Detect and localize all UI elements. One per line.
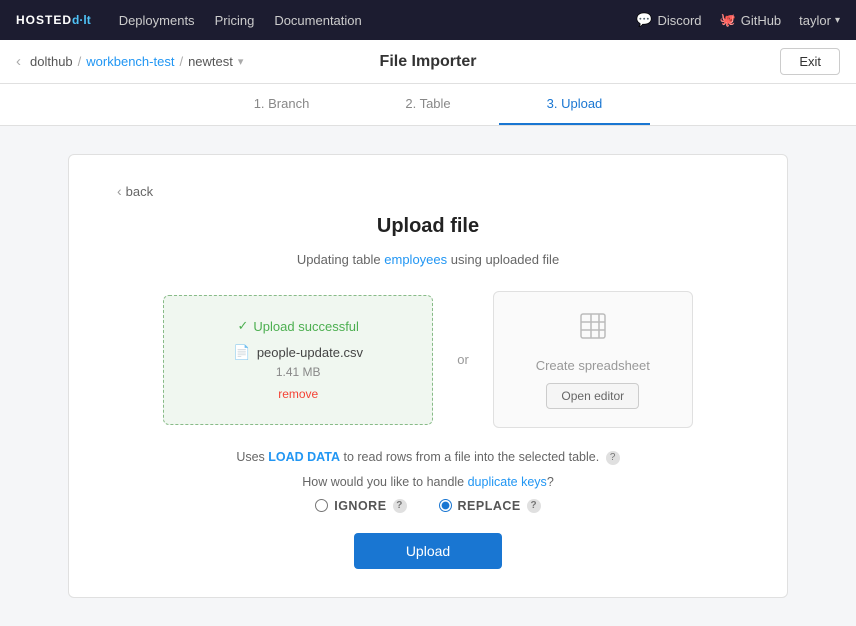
- upload-button-wrap: Upload: [117, 533, 739, 569]
- exit-button[interactable]: Exit: [780, 48, 840, 75]
- logo-dot: d: [72, 13, 79, 27]
- discord-link[interactable]: 💬 Discord: [636, 12, 701, 28]
- github-icon: 🐙: [720, 12, 736, 28]
- file-icon: 📄: [233, 344, 250, 361]
- chevron-down-icon: ▾: [835, 15, 840, 26]
- breadcrumb-org[interactable]: dolthub: [30, 54, 73, 69]
- discord-icon: 💬: [636, 12, 652, 28]
- upload-title: Upload file: [117, 215, 739, 238]
- remove-link[interactable]: remove: [278, 387, 318, 401]
- or-label: or: [457, 352, 469, 367]
- load-data-info: Uses LOAD DATA to read rows from a file …: [117, 450, 739, 465]
- replace-help-icon[interactable]: ?: [527, 499, 541, 513]
- content-card: ‹ back Upload file Updating table employ…: [68, 154, 788, 598]
- logo-hosted: HOSTED: [16, 13, 72, 27]
- table-name-link[interactable]: employees: [384, 252, 447, 267]
- upload-success-label: ✓ Upload successful: [238, 318, 359, 334]
- breadcrumb-sep-2: /: [179, 54, 183, 69]
- open-editor-button[interactable]: Open editor: [546, 383, 639, 409]
- load-data-link[interactable]: LOAD DATA: [268, 450, 340, 464]
- sub-nav: ‹ dolthub / workbench-test / newtest ▾ F…: [0, 40, 856, 84]
- filename: people-update.csv: [257, 345, 363, 360]
- breadcrumb-branch[interactable]: newtest: [188, 54, 233, 69]
- replace-option[interactable]: REPLACE ?: [439, 499, 541, 513]
- back-link[interactable]: ‹ back: [117, 183, 153, 199]
- check-icon: ✓: [238, 318, 249, 334]
- logo: HOSTED d ·lt: [16, 13, 91, 27]
- breadcrumb-repo[interactable]: workbench-test: [86, 54, 174, 69]
- create-box: Create spreadsheet Open editor: [493, 291, 693, 428]
- load-data-help-icon[interactable]: ?: [606, 451, 620, 465]
- github-link[interactable]: 🐙 GitHub: [720, 12, 782, 28]
- nav-pricing[interactable]: Pricing: [215, 13, 255, 28]
- stepper-tabs: 1. Branch 2. Table 3. Upload: [0, 84, 856, 126]
- nav-deployments[interactable]: Deployments: [119, 13, 195, 28]
- logo-dolt: ·lt: [79, 13, 90, 27]
- back-arrow-icon: ‹: [117, 183, 122, 199]
- subtitle: Updating table employees using uploaded …: [117, 252, 739, 267]
- back-nav-icon[interactable]: ‹: [16, 53, 21, 70]
- upload-area: ✓ Upload successful 📄 people-update.csv …: [117, 291, 739, 428]
- radio-group: IGNORE ? REPLACE ?: [117, 499, 739, 513]
- page-title: File Importer: [380, 53, 477, 71]
- duplicate-keys-section: How would you like to handle duplicate k…: [117, 475, 739, 513]
- ignore-help-icon[interactable]: ?: [393, 499, 407, 513]
- step-branch[interactable]: 1. Branch: [206, 84, 358, 125]
- upload-button[interactable]: Upload: [354, 533, 502, 569]
- branch-dropdown-icon[interactable]: ▾: [238, 55, 244, 68]
- table-grid-icon: [577, 310, 609, 350]
- top-nav: HOSTED d ·lt Deployments Pricing Documen…: [0, 0, 856, 40]
- breadcrumb: ‹ dolthub / workbench-test / newtest ▾: [16, 53, 243, 70]
- replace-radio[interactable]: [439, 499, 452, 512]
- step-table[interactable]: 2. Table: [357, 84, 498, 125]
- upload-box: ✓ Upload successful 📄 people-update.csv …: [163, 295, 433, 425]
- nav-documentation[interactable]: Documentation: [274, 13, 361, 28]
- user-menu[interactable]: taylor ▾: [799, 13, 840, 28]
- step-upload[interactable]: 3. Upload: [499, 84, 651, 125]
- file-size: 1.41 MB: [276, 365, 321, 379]
- file-info: 📄 people-update.csv: [233, 344, 363, 361]
- breadcrumb-sep-1: /: [78, 54, 82, 69]
- ignore-option[interactable]: IGNORE ?: [315, 499, 406, 513]
- main-content: ‹ back Upload file Updating table employ…: [0, 126, 856, 626]
- create-spreadsheet-label: Create spreadsheet: [536, 358, 650, 373]
- duplicate-keys-link[interactable]: duplicate keys: [468, 475, 547, 489]
- ignore-radio[interactable]: [315, 499, 328, 512]
